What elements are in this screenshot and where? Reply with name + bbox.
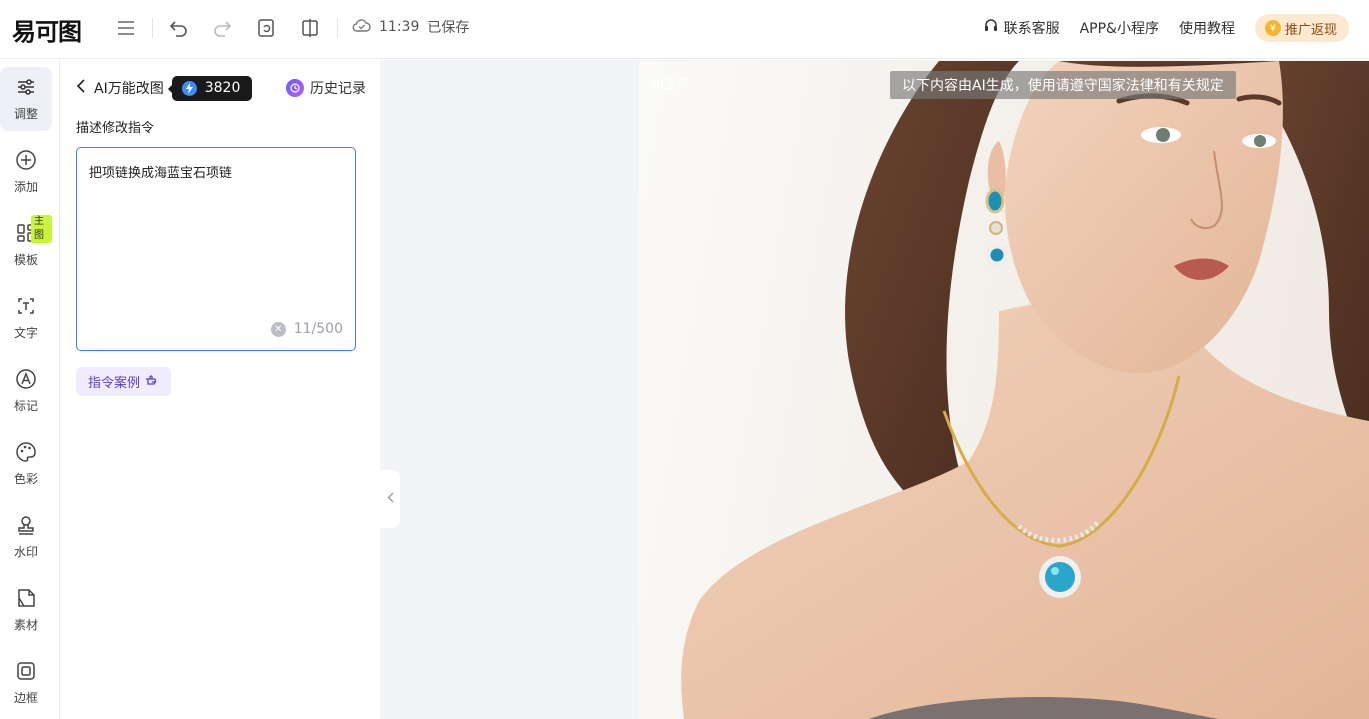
rail-item-adjust[interactable]: 调整 <box>0 67 52 131</box>
ai-watermark: AI生成 <box>651 77 690 92</box>
rail-item-template[interactable]: 主图 模板 <box>0 213 52 277</box>
rail-item-text[interactable]: 文字 <box>0 286 52 350</box>
rail-label: 文字 <box>13 326 38 340</box>
customer-service-label: 联系客服 <box>1003 21 1060 37</box>
prompt-footer: ✕ 11/500 <box>270 321 343 337</box>
rail-item-frame[interactable]: 边框 <box>0 651 52 715</box>
rail-label: 标记 <box>13 399 38 413</box>
sliders-icon <box>15 76 37 101</box>
rail-label: 色彩 <box>13 472 38 486</box>
menu-icon[interactable] <box>113 15 139 41</box>
top-bar: 易可图 11:39 已保存 联系客服 APP&小程序 使用教程 ¥ 推广返现 <box>0 0 1369 59</box>
rail-label: 添加 <box>13 180 38 194</box>
text-icon <box>15 295 37 320</box>
save-status: 11:39 已保存 <box>352 16 469 38</box>
prompt-value[interactable]: 把项链换成海蓝宝石项链 <box>89 162 232 181</box>
compare-icon[interactable] <box>297 15 323 41</box>
toolbar-divider <box>337 18 338 38</box>
history-label: 历史记录 <box>310 81 366 97</box>
collapse-panel-button[interactable] <box>380 470 400 528</box>
plus-circle-icon <box>15 149 37 174</box>
undo-icon[interactable] <box>166 15 192 41</box>
tutorial-link[interactable]: 使用教程 <box>1179 18 1235 38</box>
portrait-photo <box>681 61 1369 719</box>
rail-item-marker[interactable]: 标记 <box>0 359 52 423</box>
redo-icon[interactable] <box>209 15 235 41</box>
stamp-icon <box>15 514 37 539</box>
ai-notice: 以下内容由AI生成，使用请遵守国家法律和有关规定 <box>890 71 1236 99</box>
examples-button[interactable]: 指令案例 <box>76 367 172 396</box>
cloud-check-icon <box>352 17 371 37</box>
chevron-left-icon <box>387 492 394 506</box>
promo-label: 推广返现 <box>1284 22 1337 38</box>
save-time: 11:39 <box>379 19 420 35</box>
rail-item-add[interactable]: 添加 <box>0 140 52 204</box>
prompt-textarea[interactable]: 把项链换成海蓝宝石项链 ✕ 11/500 <box>76 147 356 351</box>
editor-canvas: AI生成 以下内容由AI生成，使用请遵守国家法律和有关规定 <box>380 60 1369 719</box>
frame-icon <box>15 660 37 685</box>
clock-icon <box>286 79 304 97</box>
char-count: 11/500 <box>293 321 343 337</box>
coin-icon: ¥ <box>1264 20 1281 36</box>
marker-icon <box>15 368 37 393</box>
rail-label: 调整 <box>13 107 38 121</box>
app-logo[interactable]: 易可图 <box>12 12 82 47</box>
restore-icon[interactable] <box>253 15 279 41</box>
material-icon <box>15 587 37 612</box>
examples-label: 指令案例 <box>88 376 141 391</box>
history-button[interactable]: 历史记录 <box>286 78 366 98</box>
rail-label: 水印 <box>13 545 38 559</box>
back-button[interactable]: AI万能改图 <box>76 78 164 98</box>
customer-service-link[interactable]: 联系客服 <box>983 18 1060 38</box>
credits-value: 3820 <box>204 80 241 96</box>
prompt-label: 描述修改指令 <box>76 121 155 136</box>
template-badge: 主图 <box>31 215 52 243</box>
chevron-left-icon <box>76 79 86 97</box>
pointing-hand-icon <box>145 374 159 390</box>
palette-icon <box>15 441 37 466</box>
toolbar-divider <box>152 18 153 38</box>
promo-button[interactable]: ¥ 推广返现 <box>1254 14 1349 42</box>
header-links: 联系客服 APP&小程序 使用教程 ¥ 推广返现 <box>983 13 1349 43</box>
ai-edit-panel: AI万能改图 3820 历史记录 描述修改指令 把项链换成海蓝宝石项链 ✕ 11… <box>61 60 380 719</box>
rail-item-material[interactable]: 素材 <box>0 578 52 642</box>
lightning-icon <box>181 80 197 96</box>
panel-header: AI万能改图 3820 历史记录 <box>76 75 366 101</box>
rail-label: 素材 <box>13 618 38 632</box>
app-link[interactable]: APP&小程序 <box>1080 18 1159 38</box>
credits-badge: 3820 <box>167 75 253 101</box>
rail-item-watermark[interactable]: 水印 <box>0 505 52 569</box>
clear-icon[interactable]: ✕ <box>270 321 286 337</box>
rail-label: 边框 <box>13 691 38 705</box>
save-status-text: 已保存 <box>427 20 470 36</box>
rail-item-color[interactable]: 色彩 <box>0 432 52 496</box>
headset-icon <box>983 18 999 38</box>
generated-image[interactable]: AI生成 以下内容由AI生成，使用请遵守国家法律和有关规定 <box>639 61 1369 719</box>
rail-label: 模板 <box>13 253 38 267</box>
left-tool-rail: 调整 添加 主图 模板 文字 标记 色彩 水印 素材 边框 <box>0 60 60 719</box>
panel-title: AI万能改图 <box>94 81 164 97</box>
